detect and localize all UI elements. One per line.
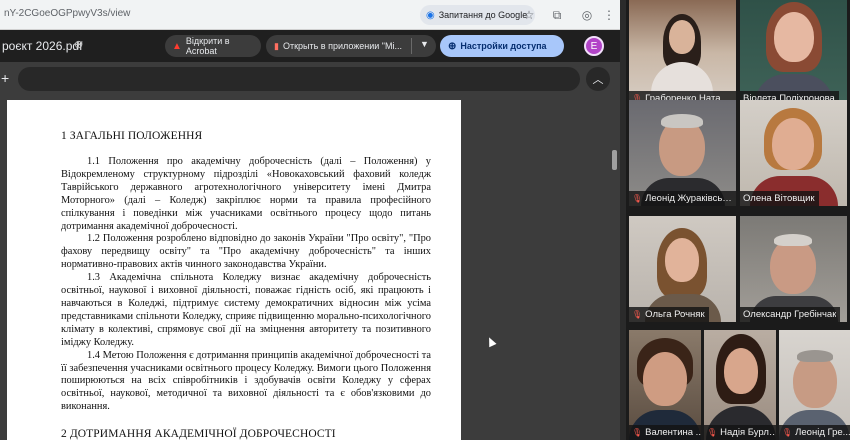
profile-icon[interactable]: ◎: [578, 6, 596, 24]
participant-video: [669, 20, 695, 54]
open-in-acrobat-label: Відкрити в Acrobat: [185, 36, 230, 56]
chevron-down-icon[interactable]: ▼: [420, 39, 429, 49]
participant-video: [774, 12, 814, 62]
participant-video: [665, 238, 699, 282]
participant-video: [793, 354, 837, 408]
viewer-header: роєкт 2026.pdf ⊕ ▲ Відкрити в Acrobat ▮ …: [0, 30, 620, 62]
share-settings-label: Настройки доступа: [460, 41, 547, 51]
mic-muted-icon: 🎙: [632, 310, 643, 319]
plus-icon[interactable]: +: [1, 70, 9, 86]
participant-video: [661, 114, 703, 128]
participant-tile[interactable]: Олександр Гребінчак: [740, 216, 847, 322]
participant-name: Леонід Жураківський: [645, 193, 732, 204]
chevron-up-icon[interactable]: ︿: [586, 67, 610, 91]
participant-nameplate: 🎙 Леонід Жураківський: [629, 191, 736, 206]
participant-nameplate: Олена Вітовщик: [740, 191, 819, 206]
participant-name: Олександр Гребінчак: [743, 309, 837, 320]
paragraph-1-4: 1.4 Метою Положення є дотримання принцип…: [61, 349, 431, 413]
participant-nameplate: 🎙 Леонід Гре...: [779, 425, 850, 440]
participant-video: [797, 350, 833, 362]
share-settings-button[interactable]: ⊕ Настройки доступа: [440, 35, 564, 57]
mic-muted-icon: 🎙: [782, 428, 793, 437]
mic-muted-icon: 🎙: [632, 428, 643, 437]
ask-google-label: Запитання до Google: [438, 10, 528, 20]
page-toolbar-field[interactable]: [18, 67, 580, 91]
open-in-app-button[interactable]: ▮ Открыть в приложении "Мі... ▼: [266, 35, 436, 57]
participant-video: [643, 352, 687, 406]
scrollbar-thumb[interactable]: [612, 150, 617, 170]
acrobat-icon: ▲: [172, 40, 182, 52]
button-divider: [411, 38, 412, 54]
document-title: роєкт 2026.pdf: [2, 39, 83, 53]
participant-name: Валентина ...: [645, 427, 701, 438]
add-to-drive-icon[interactable]: ⊕: [74, 38, 83, 51]
participant-tile[interactable]: 🎙 Ольга Рочняк: [629, 216, 736, 322]
participant-name: Олена Вітовщик: [743, 193, 815, 204]
participant-name: Надія Бурла...: [720, 427, 776, 438]
participant-tile-active-speaker[interactable]: Олена Вітовщик: [740, 100, 847, 206]
participant-tile[interactable]: 🎙 Граборенко Наталія: [629, 0, 736, 106]
mic-muted-icon: 🎙: [632, 194, 643, 203]
document-canvas[interactable]: 1 ЗАГАЛЬНІ ПОЛОЖЕННЯ 1.1 Положення про а…: [0, 96, 620, 440]
paragraph-1-3: 1.3 Академічна спільнота Коледжу визнає …: [61, 272, 431, 348]
app-file-icon: ▮: [274, 40, 279, 51]
participant-video: [774, 234, 812, 246]
participant-tile[interactable]: 🎙 Валентина ...: [629, 330, 701, 440]
extensions-icon[interactable]: ⧉: [548, 6, 566, 24]
participant-video: [772, 118, 814, 170]
pdf-page: 1 ЗАГАЛЬНІ ПОЛОЖЕННЯ 1.1 Положення про а…: [7, 100, 461, 440]
participant-name: Ольга Рочняк: [645, 309, 705, 320]
section-2-heading: 2 ДОТРИМАННЯ АКАДЕМІЧНОЇ ДОБРОЧЕСНОСТІ: [61, 428, 336, 440]
mic-muted-icon: 🎙: [707, 428, 718, 437]
globe-icon: ⊕: [448, 40, 457, 52]
ask-google-button[interactable]: ◉ Запитання до Google: [420, 5, 536, 25]
participant-nameplate: Олександр Гребінчак: [740, 307, 841, 322]
participant-tile[interactable]: 🎙 Леонід Жураківський: [629, 100, 736, 206]
avatar[interactable]: E: [584, 36, 604, 56]
participant-tile[interactable]: 🎙 Леонід Гре...: [779, 330, 850, 440]
participant-grid: 🎙 Граборенко Наталія Віолета Поліхронова…: [626, 0, 850, 440]
open-in-acrobat-button[interactable]: ▲ Відкрити в Acrobat: [165, 35, 261, 57]
participant-name: Леонід Гре...: [795, 427, 850, 438]
pdf-viewer-window: nY-2CGoeOGPpwyV3s/view ◉ Запитання до Go…: [0, 0, 620, 440]
participant-nameplate: 🎙 Валентина ...: [629, 425, 701, 440]
url-text[interactable]: nY-2CGoeOGPpwyV3s/view: [4, 8, 130, 19]
google-lens-icon: ◉: [426, 9, 435, 21]
open-in-app-label: Открыть в приложении "Мі...: [282, 41, 402, 51]
participant-tile[interactable]: Віолета Поліхронова: [740, 0, 847, 106]
paragraph-1-1: 1.1 Положення про академічну доброчесніс…: [61, 156, 431, 232]
participant-video: [770, 238, 816, 294]
participant-nameplate: 🎙 Надія Бурла...: [704, 425, 776, 440]
participant-tile[interactable]: 🎙 Надія Бурла...: [704, 330, 776, 440]
participant-nameplate: 🎙 Ольга Рочняк: [629, 307, 709, 322]
viewer-toolbar: + ︿: [0, 62, 620, 96]
star-icon[interactable]: ☆: [520, 6, 538, 24]
kebab-menu-icon[interactable]: ⋮: [600, 6, 618, 24]
address-bar[interactable]: nY-2CGoeOGPpwyV3s/view ◉ Запитання до Go…: [0, 0, 620, 30]
section-1-heading: 1 ЗАГАЛЬНІ ПОЛОЖЕННЯ: [61, 130, 203, 142]
paragraph-1-2: 1.2 Положення розроблено відповідно до з…: [61, 233, 431, 271]
participant-video: [724, 348, 758, 394]
